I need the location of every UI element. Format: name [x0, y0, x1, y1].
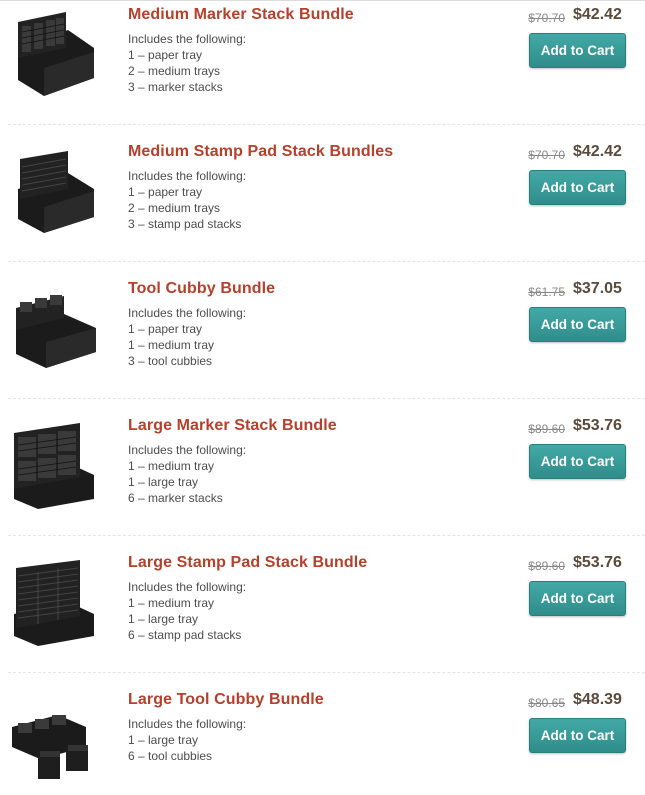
included-item: 1 – large tray: [128, 612, 199, 626]
included-item: 1 – medium tray: [128, 338, 215, 352]
includes-label: Includes the following:: [128, 580, 247, 594]
included-item: 6 – tool cubbies: [128, 749, 213, 763]
organizer-marker-stack-icon[interactable]: [8, 8, 100, 100]
product-card: Medium Marker Stack Bundle Includes the …: [0, 0, 645, 137]
includes-label: Includes the following:: [128, 32, 247, 46]
original-price: $70.70: [528, 148, 565, 162]
original-price: $80.65: [528, 696, 565, 710]
product-divider: [8, 398, 645, 399]
included-item: 1 – large tray: [128, 475, 199, 489]
product-card: Tool Cubby Bundle Includes the following…: [0, 274, 645, 411]
organizer-large-stamp-pad-stack-icon[interactable]: [8, 556, 100, 648]
product-divider: [8, 672, 645, 673]
includes-label: Includes the following:: [128, 306, 247, 320]
add-to-cart-button[interactable]: Add to Cart: [529, 307, 626, 342]
sale-price: $42.42: [573, 143, 622, 160]
product-description: Includes the following: 1 – paper tray 1 …: [128, 305, 246, 369]
includes-label: Includes the following:: [128, 443, 247, 457]
organizer-large-tool-cubby-icon[interactable]: [8, 693, 100, 785]
included-item: 2 – medium trays: [128, 64, 221, 78]
product-description: Includes the following: 1 – medium tray 1…: [128, 579, 246, 643]
product-card: Large Tool Cubby Bundle Includes the fol…: [0, 685, 645, 795]
included-item: 1 – medium tray: [128, 596, 215, 610]
product-card: Large Marker Stack Bundle Includes the f…: [0, 411, 645, 548]
product-description: Includes the following: 1 – medium tray 1…: [128, 442, 246, 506]
included-item: 1 – paper tray: [128, 48, 203, 62]
product-title[interactable]: Large Marker Stack Bundle: [128, 417, 337, 435]
original-price: $61.75: [528, 285, 565, 299]
product-card: Medium Stamp Pad Stack Bundles Includes …: [0, 137, 645, 274]
product-title[interactable]: Large Stamp Pad Stack Bundle: [128, 554, 367, 572]
original-price: $89.60: [528, 422, 565, 436]
included-item: 6 – stamp pad stacks: [128, 628, 242, 642]
product-title[interactable]: Tool Cubby Bundle: [128, 280, 275, 298]
original-price: $89.60: [528, 559, 565, 573]
product-description: Includes the following: 1 – large tray 6 …: [128, 716, 246, 764]
included-item: 1 – paper tray: [128, 322, 203, 336]
includes-label: Includes the following:: [128, 169, 247, 183]
includes-label: Includes the following:: [128, 717, 247, 731]
included-item: 3 – marker stacks: [128, 80, 223, 94]
add-to-cart-button[interactable]: Add to Cart: [529, 33, 626, 68]
included-item: 2 – medium trays: [128, 201, 221, 215]
included-item: 1 – paper tray: [128, 185, 203, 199]
add-to-cart-button[interactable]: Add to Cart: [529, 718, 626, 753]
included-item: 1 – large tray: [128, 733, 199, 747]
add-to-cart-button[interactable]: Add to Cart: [529, 581, 626, 616]
sale-price: $37.05: [573, 280, 622, 297]
included-item: 3 – stamp pad stacks: [128, 217, 242, 231]
sale-price: $53.76: [573, 554, 622, 571]
product-list: Medium Marker Stack Bundle Includes the …: [0, 0, 645, 795]
add-to-cart-button[interactable]: Add to Cart: [529, 444, 626, 479]
included-item: 1 – medium tray: [128, 459, 215, 473]
product-divider: [8, 261, 645, 262]
sale-price: $53.76: [573, 417, 622, 434]
product-description: Includes the following: 1 – paper tray 2 …: [128, 31, 246, 95]
organizer-large-marker-stack-icon[interactable]: [8, 419, 100, 511]
included-item: 6 – marker stacks: [128, 491, 223, 505]
product-title[interactable]: Large Tool Cubby Bundle: [128, 691, 324, 709]
product-divider: [8, 535, 645, 536]
sale-price: $42.42: [573, 6, 622, 23]
add-to-cart-button[interactable]: Add to Cart: [529, 170, 626, 205]
sale-price: $48.39: [573, 691, 622, 708]
product-title[interactable]: Medium Stamp Pad Stack Bundles: [128, 143, 393, 161]
organizer-stamp-pad-stack-icon[interactable]: [8, 145, 100, 237]
product-description: Includes the following: 1 – paper tray 2 …: [128, 168, 246, 232]
original-price: $70.70: [528, 11, 565, 25]
organizer-tool-cubby-icon[interactable]: [8, 282, 100, 374]
product-list-page: Medium Marker Stack Bundle Includes the …: [0, 0, 645, 795]
product-card: Large Stamp Pad Stack Bundle Includes th…: [0, 548, 645, 685]
product-divider: [8, 124, 645, 125]
product-title[interactable]: Medium Marker Stack Bundle: [128, 6, 354, 24]
included-item: 3 – tool cubbies: [128, 354, 213, 368]
